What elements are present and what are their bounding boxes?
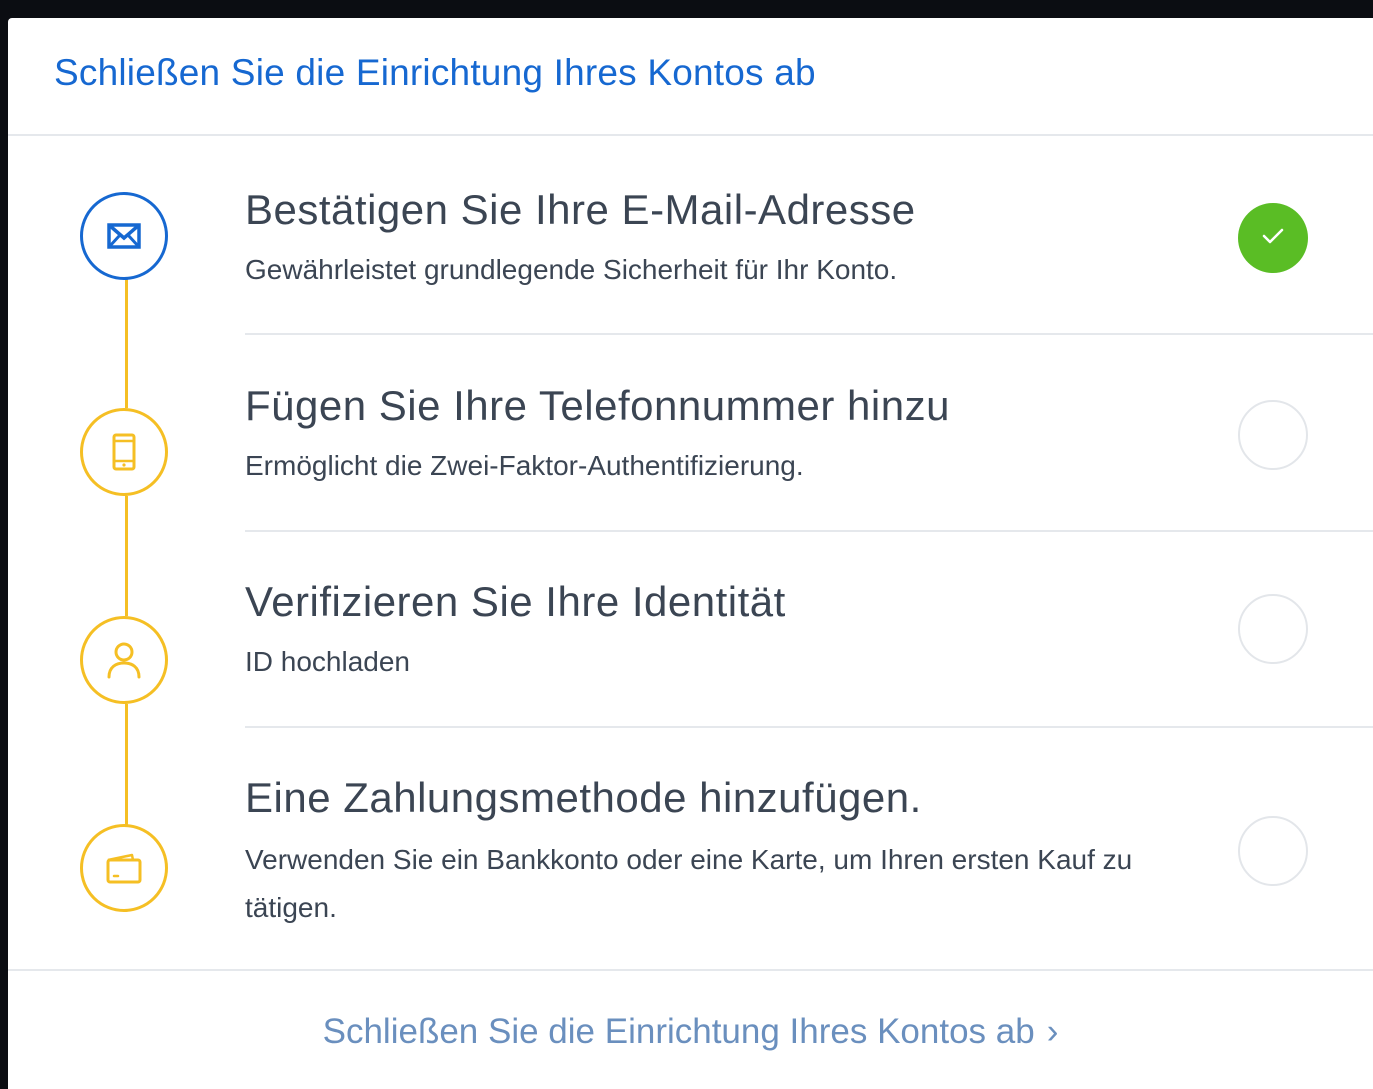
step-payment-title[interactable]: Eine Zahlungsmethode hinzufügen.: [245, 774, 922, 822]
step-payment-description: Verwenden Sie ein Bankkonto oder eine Ka…: [245, 844, 1133, 923]
checkmark-icon: [1260, 226, 1286, 251]
step-phone-status: [1238, 400, 1308, 470]
complete-setup-link-label: Schließen Sie die Einrichtung Ihres Kont…: [322, 1011, 1035, 1051]
card-title: Schließen Sie die Einrichtung Ihres Kont…: [54, 52, 816, 93]
step-email-description: Gewährleistet grundlegende Sicherheit fü…: [245, 254, 898, 285]
step-identity-title[interactable]: Verifizieren Sie Ihre Identität: [245, 578, 786, 626]
user-icon: [106, 641, 142, 679]
step-phone-title[interactable]: Fügen Sie Ihre Telefonnummer hinzu: [245, 382, 950, 430]
step-payment-icon-circle: [80, 824, 168, 912]
footer-divider: [8, 969, 1373, 971]
phone-icon: [112, 433, 136, 471]
step-divider: [245, 726, 1373, 728]
step-identity-description: ID hochladen: [245, 646, 411, 677]
account-setup-card: Schließen Sie die Einrichtung Ihres Kont…: [8, 18, 1373, 1089]
step-identity-status: [1238, 594, 1308, 664]
step-divider: [245, 333, 1373, 335]
step-email-icon-circle: [80, 192, 168, 280]
chevron-right-icon: ›: [1046, 1011, 1059, 1051]
timeline-connector: [125, 496, 128, 616]
step-divider: [245, 530, 1373, 532]
envelope-icon: [107, 223, 141, 249]
wallet-icon: [105, 852, 143, 884]
step-email-status: [1238, 203, 1308, 273]
card-header: Schließen Sie die Einrichtung Ihres Kont…: [8, 18, 1373, 136]
timeline-connector: [125, 704, 128, 836]
step-phone-icon-circle: [80, 408, 168, 496]
complete-setup-link[interactable]: Schließen Sie die Einrichtung Ihres Kont…: [8, 1010, 1373, 1052]
step-phone-description: Ermöglicht die Zwei-Faktor-Authentifizie…: [245, 450, 804, 481]
step-payment-status: [1238, 816, 1308, 886]
timeline-connector: [125, 278, 128, 408]
step-identity-icon-circle: [80, 616, 168, 704]
step-email-title[interactable]: Bestätigen Sie Ihre E-Mail-Adresse: [245, 186, 916, 234]
